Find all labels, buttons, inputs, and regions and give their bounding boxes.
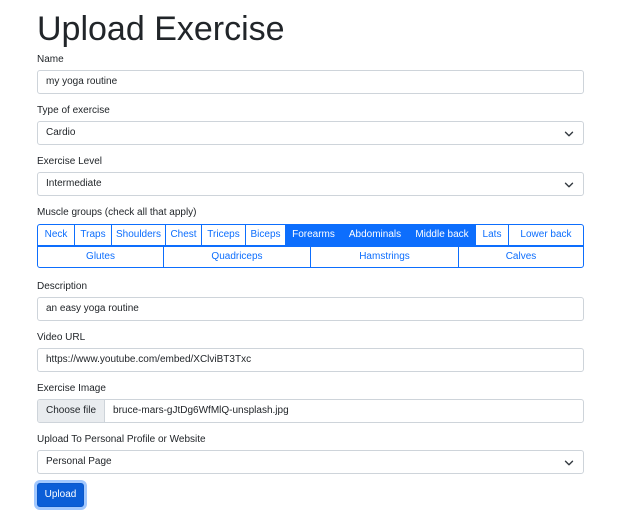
muscle-toggle-abdominals[interactable]: Abdominals — [341, 224, 409, 246]
upload-destination-label: Upload To Personal Profile or Website — [37, 434, 206, 445]
exercise-level-label: Exercise Level — [37, 156, 103, 167]
muscle-toggle-triceps[interactable]: Triceps — [201, 224, 246, 246]
muscle-toggle-label: Quadriceps — [211, 251, 263, 262]
muscle-toggle-label: Neck — [44, 229, 68, 240]
chevron-down-icon — [564, 129, 574, 139]
muscle-toggle-label: Chest — [170, 229, 197, 240]
selected-file-name: bruce-mars-gJtDg6WfMlQ-unsplash.jpg — [113, 405, 289, 416]
muscle-toggle-label: Glutes — [86, 251, 115, 262]
exercise-level-value: Intermediate — [46, 178, 102, 189]
upload-destination-select[interactable]: Personal Page — [37, 450, 584, 474]
exercise-level-select[interactable]: Intermediate — [37, 172, 584, 196]
upload-destination-value: Personal Page — [46, 456, 112, 467]
muscle-toggle-chest[interactable]: Chest — [165, 224, 202, 246]
muscle-toggle-label: Middle back — [415, 229, 469, 240]
name-input[interactable]: my yoga routine — [37, 70, 584, 94]
chevron-down-icon — [564, 180, 574, 190]
muscle-toggle-label: Lower back — [520, 229, 572, 240]
muscle-toggle-lower-back[interactable]: Lower back — [508, 224, 584, 246]
muscle-toggle-label: Biceps — [250, 229, 281, 240]
muscle-toggle-traps[interactable]: Traps — [74, 224, 112, 246]
muscle-toggle-label: Abdominals — [348, 229, 402, 240]
muscle-toggle-forearms[interactable]: Forearms — [285, 224, 342, 246]
upload-button[interactable]: Upload — [37, 483, 84, 507]
muscle-toggle-label: Calves — [505, 251, 537, 262]
muscle-toggle-lats[interactable]: Lats — [475, 224, 509, 246]
muscle-groups-row-1: Neck Traps Shoulders Chest Triceps Bicep… — [37, 224, 584, 246]
muscle-toggle-label: Lats — [482, 229, 502, 240]
description-input[interactable]: an easy yoga routine — [37, 297, 584, 321]
muscle-toggle-neck[interactable]: Neck — [37, 224, 75, 246]
muscle-toggle-biceps[interactable]: Biceps — [245, 224, 286, 246]
chevron-down-icon — [564, 458, 574, 468]
exercise-image-label: Exercise Image — [37, 383, 106, 394]
muscle-toggle-shoulders[interactable]: Shoulders — [111, 224, 166, 246]
muscle-toggle-calves[interactable]: Calves — [458, 246, 584, 268]
muscle-toggle-glutes[interactable]: Glutes — [37, 246, 164, 268]
muscle-groups-row-2: Glutes Quadriceps Hamstrings Calves — [37, 246, 584, 268]
name-label: Name — [37, 54, 64, 65]
exercise-type-select[interactable]: Cardio — [37, 121, 584, 145]
choose-file-button[interactable]: Choose file — [38, 400, 106, 422]
muscle-toggle-quadriceps[interactable]: Quadriceps — [163, 246, 311, 268]
muscle-toggle-label: Traps — [80, 229, 106, 240]
muscle-toggle-label: Hamstrings — [359, 251, 410, 262]
exercise-type-label: Type of exercise — [37, 105, 110, 116]
exercise-type-value: Cardio — [46, 127, 76, 138]
muscle-toggle-label: Forearms — [292, 229, 335, 240]
muscle-toggle-label: Triceps — [207, 229, 240, 240]
muscle-toggle-label: Shoulders — [115, 229, 162, 240]
page-title: Upload Exercise — [37, 10, 285, 48]
description-label: Description — [37, 281, 88, 292]
exercise-image-file-input[interactable]: Choose file bruce-mars-gJtDg6WfMlQ-unspl… — [37, 399, 584, 423]
muscle-toggle-middle-back[interactable]: Middle back — [408, 224, 476, 246]
muscle-toggle-hamstrings[interactable]: Hamstrings — [310, 246, 459, 268]
muscle-groups-label: Muscle groups (check all that apply) — [37, 207, 197, 218]
video-url-input[interactable]: https://www.youtube.com/embed/XClviBT3Tx… — [37, 348, 584, 372]
video-url-label: Video URL — [37, 332, 86, 343]
